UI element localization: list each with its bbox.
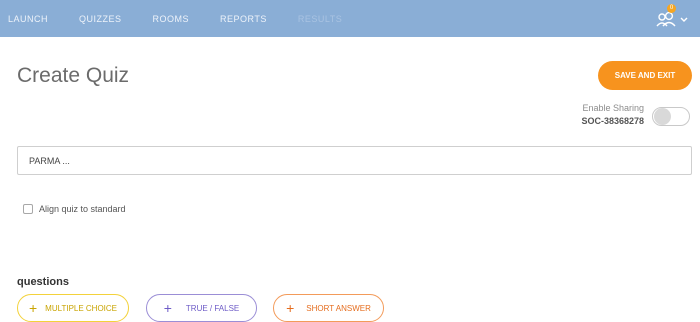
questions-heading: questions — [17, 276, 69, 288]
page-title: Create Quiz — [17, 64, 130, 87]
short-answer-label: SHORT ANSWER — [306, 303, 371, 313]
enable-sharing-label: Enable Sharing — [582, 103, 644, 113]
nav-item-quizzes[interactable]: QUIZZES — [79, 14, 122, 24]
enable-sharing-toggle[interactable] — [652, 107, 690, 126]
align-standard-checkbox[interactable] — [23, 204, 33, 214]
plus-icon: + — [163, 300, 172, 316]
save-and-exit-button[interactable]: SAVE AND EXIT — [598, 61, 692, 90]
user-menu[interactable]: 0 — [655, 4, 688, 28]
chevron-down-icon[interactable] — [680, 10, 688, 28]
sharing-code: SOC-38368278 — [581, 116, 644, 126]
add-multiple-choice-button[interactable]: + MULTIPLE CHOICE — [17, 294, 129, 322]
nav-item-results: RESULTS — [297, 13, 343, 24]
top-navbar: LAUNCH QUIZZES ROOMS REPORTS RESULTS 0 — [0, 0, 700, 37]
plus-icon: + — [286, 300, 295, 316]
user-icon[interactable]: 0 — [655, 4, 677, 28]
nav-item-launch[interactable]: LAUNCH — [8, 14, 48, 24]
align-standard-row: Align quiz to standard — [23, 204, 126, 214]
plus-icon: + — [28, 300, 38, 316]
nav-item-reports[interactable]: REPORTS — [220, 14, 267, 24]
multiple-choice-label: MULTIPLE CHOICE — [45, 303, 118, 313]
notification-badge: 0 — [667, 4, 676, 13]
align-standard-label: Align quiz to standard — [39, 204, 126, 214]
quiz-name-input[interactable] — [17, 146, 692, 175]
add-true-false-button[interactable]: + TRUE / FALSE — [146, 294, 257, 322]
add-short-answer-button[interactable]: + SHORT ANSWER — [273, 294, 384, 322]
nav-item-rooms[interactable]: ROOMS — [153, 14, 190, 24]
toggle-knob — [654, 108, 671, 125]
true-false-label: TRUE / FALSE — [185, 303, 240, 313]
